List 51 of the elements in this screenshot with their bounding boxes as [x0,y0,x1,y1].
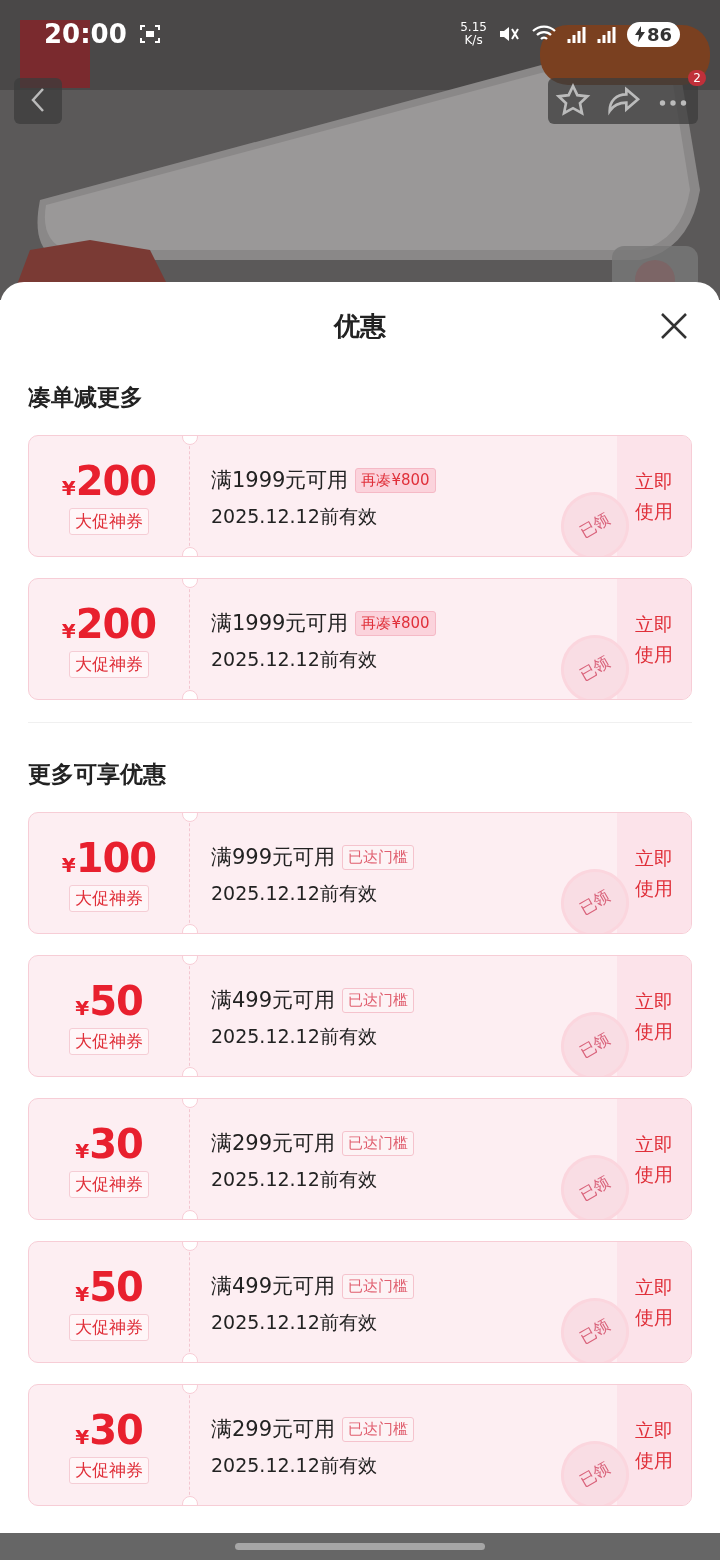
threshold-tag: 已达门槛 [342,1130,415,1156]
use-now-button[interactable]: 立即使用 [617,579,691,699]
section-title: 凑单减更多 [28,383,144,412]
coupon-label: 大促神券 [69,884,149,912]
use-now-button[interactable]: 立即使用 [617,436,691,556]
coupon-label: 大促神券 [69,507,149,535]
coupon-amount: ¥100 [61,834,157,881]
coupon-condition: 满1999元可用 [211,610,349,637]
threshold-tag: 已达门槛 [342,987,415,1013]
coupon-label: 大促神券 [69,1027,149,1055]
coupon-validity: 2025.12.12前有效 [211,504,377,529]
coupon-amount: ¥50 [75,1263,143,1310]
coupon-validity: 2025.12.12前有效 [211,1310,377,1335]
sheet-title: 优惠 [334,309,386,343]
coupon-validity: 2025.12.12前有效 [211,1453,377,1478]
coupon-validity: 2025.12.12前有效 [211,1167,377,1192]
use-now-button[interactable]: 立即使用 [617,956,691,1076]
use-now-button[interactable]: 立即使用 [617,1099,691,1219]
coupon-amount: ¥30 [75,1120,143,1167]
coupon-amount: ¥200 [61,457,157,504]
coupon-label: 大促神券 [69,1313,149,1341]
coupon-label: 大促神券 [69,1456,149,1484]
coupon-condition: 满999元可用 [211,844,336,871]
use-now-button[interactable]: 立即使用 [617,813,691,933]
coupon-validity: 2025.12.12前有效 [211,1024,377,1049]
coupon-validity: 2025.12.12前有效 [211,647,377,672]
coupon-amount: ¥30 [75,1406,143,1453]
coupon-amount: ¥200 [61,600,157,647]
coupon-condition: 满1999元可用 [211,467,349,494]
notification-badge: 2 [688,70,706,86]
threshold-tag: 再凑¥800 [355,467,436,493]
threshold-tag: 已达门槛 [342,844,415,870]
threshold-tag: 已达门槛 [342,1273,415,1299]
coupon-label: 大促神券 [69,650,149,678]
coupon-condition: 满499元可用 [211,987,336,1014]
screenshot-icon [138,23,161,45]
network-speed: 5.15 K/s [460,21,487,47]
more-icon [658,99,688,106]
coupon-validity: 2025.12.12前有效 [211,881,377,906]
status-time: 20:00 [44,19,127,49]
threshold-tag: 已达门槛 [342,1416,415,1442]
coupon-condition: 满299元可用 [211,1416,336,1443]
threshold-tag: 再凑¥800 [355,610,436,636]
coupon-label: 大促神券 [69,1170,149,1198]
coupon-condition: 满499元可用 [211,1273,336,1300]
use-now-button[interactable]: 立即使用 [617,1242,691,1362]
coupon-amount: ¥50 [75,977,143,1024]
coupon-condition: 满299元可用 [211,1130,336,1157]
use-now-button[interactable]: 立即使用 [617,1385,691,1505]
back-icon [31,86,45,113]
section-title: 更多可享优惠 [28,760,167,789]
